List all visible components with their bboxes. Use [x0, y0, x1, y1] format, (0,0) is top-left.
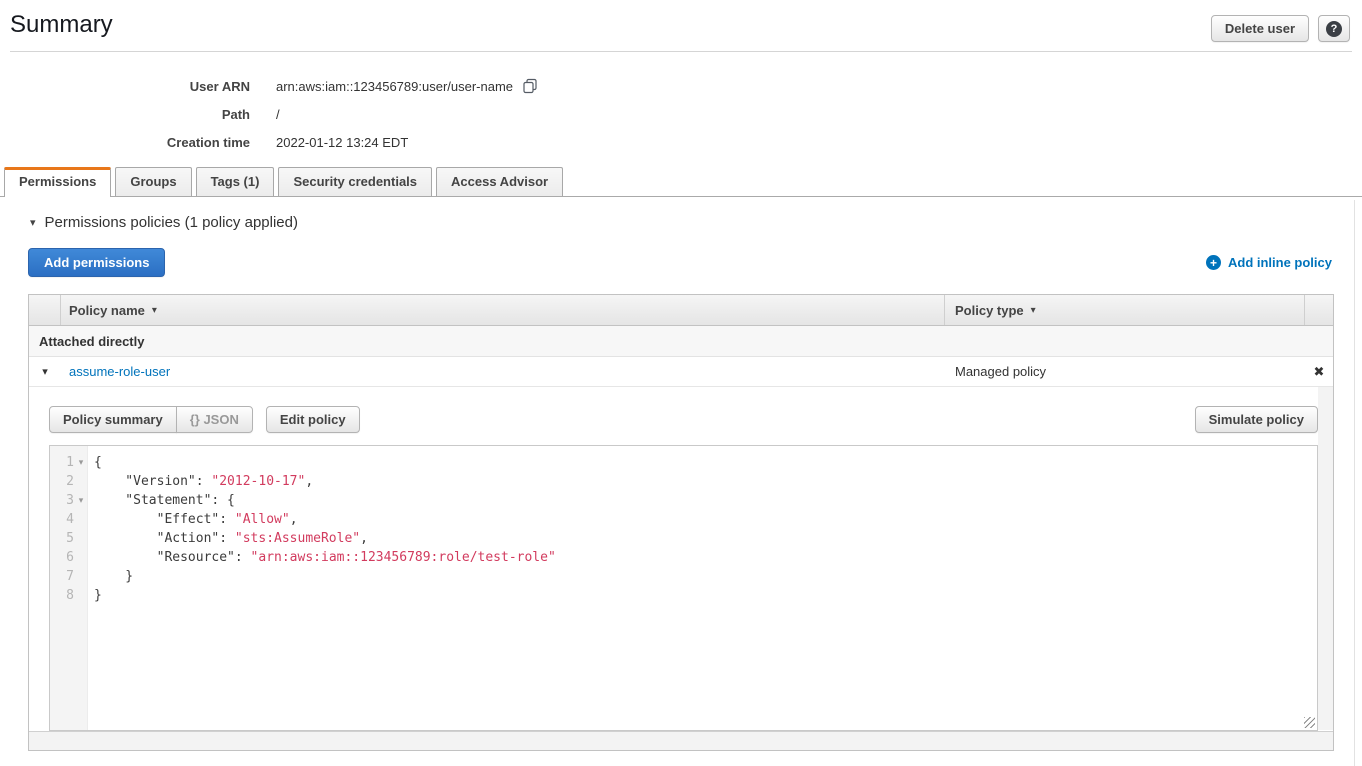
permissions-policies-heading-text: Permissions policies (1 policy applied)	[45, 214, 298, 231]
permissions-policies-heading[interactable]: ▾ Permissions policies (1 policy applied…	[30, 214, 1362, 231]
tab-permissions[interactable]: Permissions	[4, 167, 111, 197]
header-select-column	[29, 295, 61, 325]
policy-table-body: Attached directly ▾ assume-role-user Man…	[29, 326, 1333, 750]
line-number: 5	[50, 529, 74, 548]
page-title: Summary	[10, 11, 113, 39]
attached-directly-group-row: Attached directly	[29, 326, 1333, 357]
code-line: 8 }	[50, 586, 1317, 605]
code-line: 1▾ {	[50, 453, 1317, 472]
detail-right-strip	[1318, 387, 1333, 730]
detach-policy-x-icon[interactable]: ✖	[1314, 364, 1325, 380]
fold-caret-icon[interactable]: ▾	[74, 491, 88, 510]
tab-groups[interactable]: Groups	[115, 167, 191, 196]
policy-detail-footer	[29, 731, 1333, 750]
fold-caret-icon[interactable]: ▾	[74, 453, 88, 472]
code-line: 7 }	[50, 567, 1317, 586]
policy-detail-toolbar: Policy summary {} JSON Edit policy Simul…	[29, 387, 1333, 433]
line-number: 2	[50, 472, 74, 491]
page-header: Summary Delete user ?	[0, 0, 1362, 42]
policy-name-link[interactable]: assume-role-user	[69, 364, 170, 379]
line-number: 1	[50, 453, 74, 472]
sort-arrow-icon[interactable]: ▾	[1031, 305, 1036, 316]
tab-bar: Permissions Groups Tags (1) Security cre…	[0, 163, 1362, 197]
path-value: /	[276, 107, 280, 122]
tab-tags[interactable]: Tags (1)	[196, 167, 275, 196]
copy-icon[interactable]	[522, 78, 538, 94]
tab-access-advisor[interactable]: Access Advisor	[436, 167, 563, 196]
help-icon: ?	[1326, 21, 1342, 37]
json-button[interactable]: {} JSON	[176, 406, 253, 433]
policy-view-segment-group: Policy summary {} JSON	[49, 406, 253, 433]
code-line: 3▾ "Statement": {	[50, 491, 1317, 510]
field-row-user-arn: User ARN arn:aws:iam::123456789:user/use…	[0, 72, 1362, 100]
policy-json-editor[interactable]: 1▾ { 2 "Version": "2012-10-17", 3▾ "Stat…	[49, 445, 1318, 731]
column-header-policy-type[interactable]: Policy type	[955, 303, 1024, 318]
add-permissions-button[interactable]: Add permissions	[28, 248, 165, 277]
policy-type-cell: Managed policy	[945, 357, 1305, 386]
field-row-creation-time: Creation time 2022-01-12 13:24 EDT	[0, 128, 1362, 156]
plus-circle-icon: +	[1206, 255, 1221, 270]
field-label: Creation time	[0, 135, 250, 150]
sort-arrow-icon[interactable]: ▾	[152, 305, 157, 316]
add-inline-policy-label: Add inline policy	[1228, 255, 1332, 270]
simulate-policy-button[interactable]: Simulate policy	[1195, 406, 1318, 433]
summary-fields: User ARN arn:aws:iam::123456789:user/use…	[0, 72, 1362, 156]
code-line: 5 "Action": "sts:AssumeRole",	[50, 529, 1317, 548]
help-button[interactable]: ?	[1318, 15, 1350, 42]
code-line: 2 "Version": "2012-10-17",	[50, 472, 1317, 491]
content-panel-right-border	[1354, 200, 1355, 766]
field-label: User ARN	[0, 79, 250, 94]
header-actions: Delete user ?	[1211, 15, 1350, 42]
line-number: 8	[50, 586, 74, 605]
header-divider	[10, 51, 1352, 52]
policy-table-header: Policy name ▾ Policy type ▾	[29, 295, 1333, 326]
collapse-caret-icon: ▾	[30, 216, 36, 229]
line-number: 6	[50, 548, 74, 567]
editor-code-area: 1▾ { 2 "Version": "2012-10-17", 3▾ "Stat…	[50, 446, 1317, 605]
policy-detail-panel: Policy summary {} JSON Edit policy Simul…	[29, 387, 1333, 750]
row-expand-caret-icon[interactable]: ▾	[42, 365, 48, 378]
code-line: 4 "Effect": "Allow",	[50, 510, 1317, 529]
editor-resize-handle[interactable]	[1304, 717, 1315, 728]
policy-table: Policy name ▾ Policy type ▾ Attached dir…	[28, 294, 1334, 751]
field-row-path: Path /	[0, 100, 1362, 128]
delete-user-button[interactable]: Delete user	[1211, 15, 1309, 42]
permissions-actions-row: Add permissions + Add inline policy	[28, 248, 1332, 277]
field-label: Path	[0, 107, 250, 122]
user-arn-value: arn:aws:iam::123456789:user/user-name	[276, 79, 513, 94]
header-actions-column	[1305, 295, 1333, 325]
edit-policy-button[interactable]: Edit policy	[266, 406, 360, 433]
line-number: 3	[50, 491, 74, 510]
policy-row-assume-role-user: ▾ assume-role-user Managed policy ✖	[29, 357, 1333, 387]
creation-time-value: 2022-01-12 13:24 EDT	[276, 135, 408, 150]
code-line: 6 "Resource": "arn:aws:iam::123456789:ro…	[50, 548, 1317, 567]
column-header-policy-name[interactable]: Policy name	[69, 303, 145, 318]
policy-summary-button[interactable]: Policy summary	[49, 406, 177, 433]
line-number: 7	[50, 567, 74, 586]
line-number: 4	[50, 510, 74, 529]
add-inline-policy-link[interactable]: + Add inline policy	[1206, 255, 1332, 270]
tab-security-credentials[interactable]: Security credentials	[278, 167, 432, 196]
